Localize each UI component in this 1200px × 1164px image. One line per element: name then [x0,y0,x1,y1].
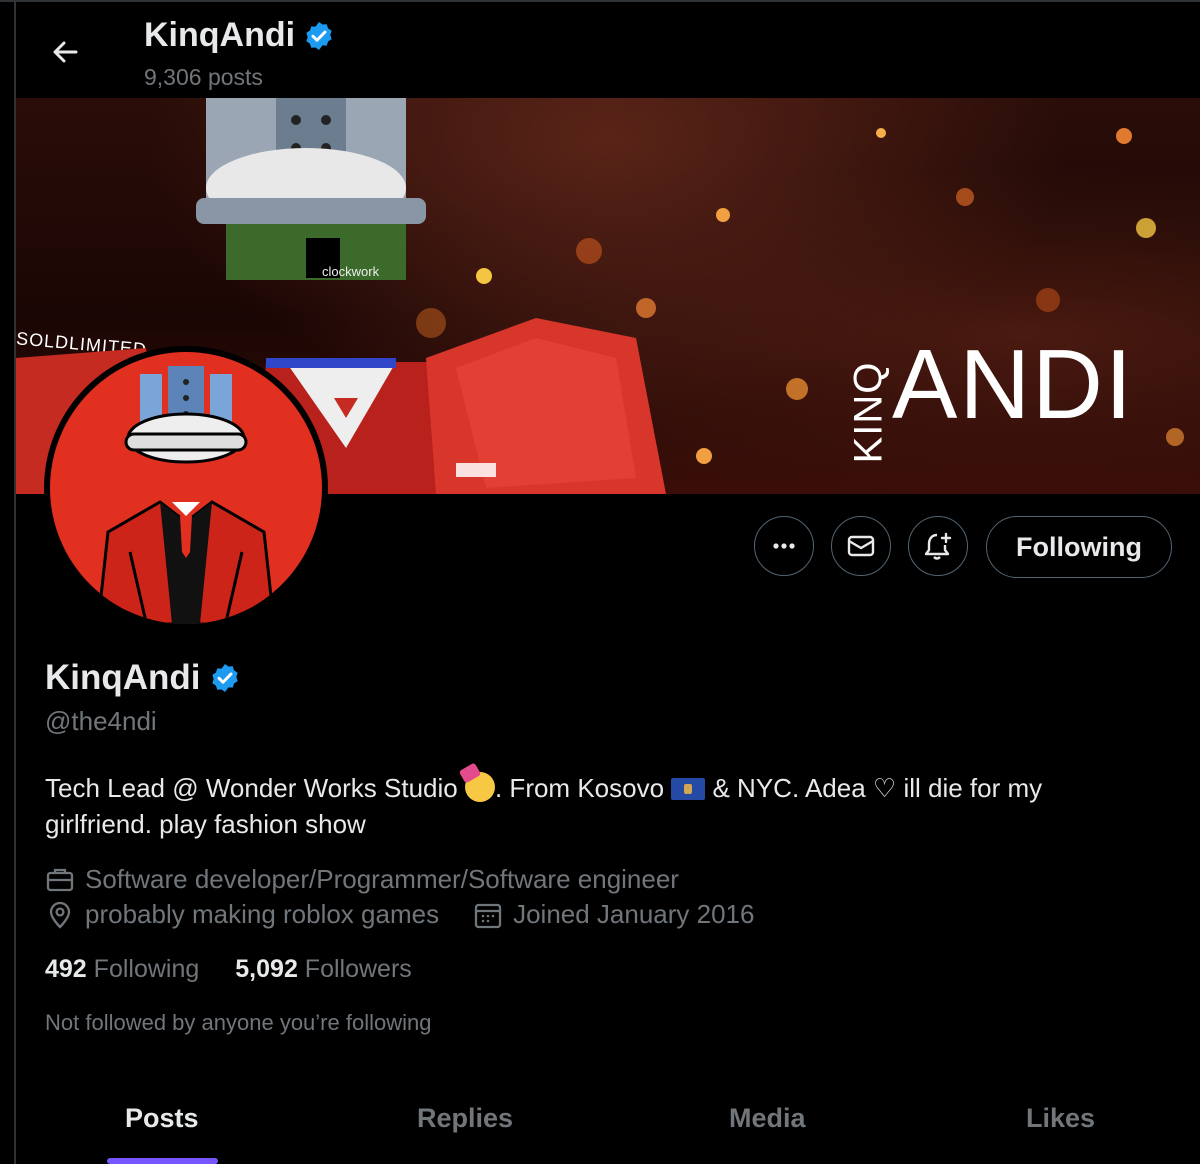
banner-spark [576,238,602,264]
profile-handle: @the4ndi [45,706,157,736]
avatar-image [50,352,322,624]
profile-header-bar: KinqAndi 9,306 posts [16,2,1200,98]
header-display-name: KinqAndi [144,16,335,55]
brand-andi-text: ANDI [892,329,1135,439]
following-stat-link[interactable]: 492 Following [45,955,199,984]
more-options-button[interactable] [754,516,814,576]
header-posts-count: 9,306 posts [144,64,263,90]
banner-clockwork-text: clockwork [322,264,380,279]
following-label: Following [93,955,200,983]
profile-bio: Tech Lead @ Wonder Works Studio . From K… [45,770,1155,842]
banner-spark [476,268,492,284]
banner-brand-logo: ANDI KINQ [836,328,1136,494]
profile-display-name: KinqAndi [45,658,241,698]
brand-kinq-text: KINQ [846,361,891,464]
banner-spark [956,188,974,206]
banner-spark [786,378,808,400]
location-pin-icon [49,901,71,929]
following-count: 492 [45,955,87,983]
profile-location: probably making roblox games [85,899,440,929]
header-name-text: KinqAndi [144,16,296,54]
profile-location-joined-row: probably making roblox games Joined Janu… [45,899,754,930]
followers-count: 5,092 [235,955,298,983]
profile-name-text: KinqAndi [45,658,201,697]
message-icon [847,535,875,557]
briefcase-icon [46,868,74,891]
notifications-button[interactable] [908,516,968,576]
profile-follow-stats: 492 Following 5,092 Followers [45,955,412,984]
profile-joined-date: Joined January 2016 [513,899,755,929]
kosovo-flag-icon [671,778,706,800]
active-tab-indicator [107,1158,218,1164]
avatar-character-illustration [96,366,276,624]
social-context-text: Not followed by anyone you’re following [45,1010,432,1035]
back-button[interactable] [46,32,86,72]
banner-spark [1166,428,1184,446]
banner-spark [1036,288,1060,312]
bio-text-part1: Tech Lead @ Wonder Works Studio [45,773,465,803]
banner-character-head [196,98,426,280]
bio-text-part2: . From Kosovo [494,773,672,803]
calendar-icon [474,903,502,928]
banner-spark [716,208,730,222]
tab-posts[interactable]: Posts [125,1103,199,1134]
profile-profession: Software developer/Programmer/Software e… [85,864,679,894]
banner-spark [636,298,656,318]
verified-badge-icon[interactable] [209,662,241,694]
followers-label: Followers [304,955,412,983]
followers-stat-link[interactable]: 5,092 Followers [235,955,412,984]
banner-spark [876,128,886,138]
profile-profession-row: Software developer/Programmer/Software e… [45,864,679,895]
verified-badge-icon [306,21,332,50]
following-button[interactable]: Following [986,516,1172,578]
tab-likes[interactable]: Likes [1026,1103,1095,1134]
profile-avatar[interactable] [44,346,328,630]
message-button[interactable] [831,516,891,576]
notification-bell-icon [924,532,952,560]
tab-replies[interactable]: Replies [417,1103,513,1134]
party-face-emoji-icon [464,772,495,802]
banner-spark [1136,218,1156,238]
tab-media[interactable]: Media [729,1103,806,1134]
banner-spark [1116,128,1132,144]
back-arrow-icon [53,41,78,63]
more-icon [773,543,795,549]
